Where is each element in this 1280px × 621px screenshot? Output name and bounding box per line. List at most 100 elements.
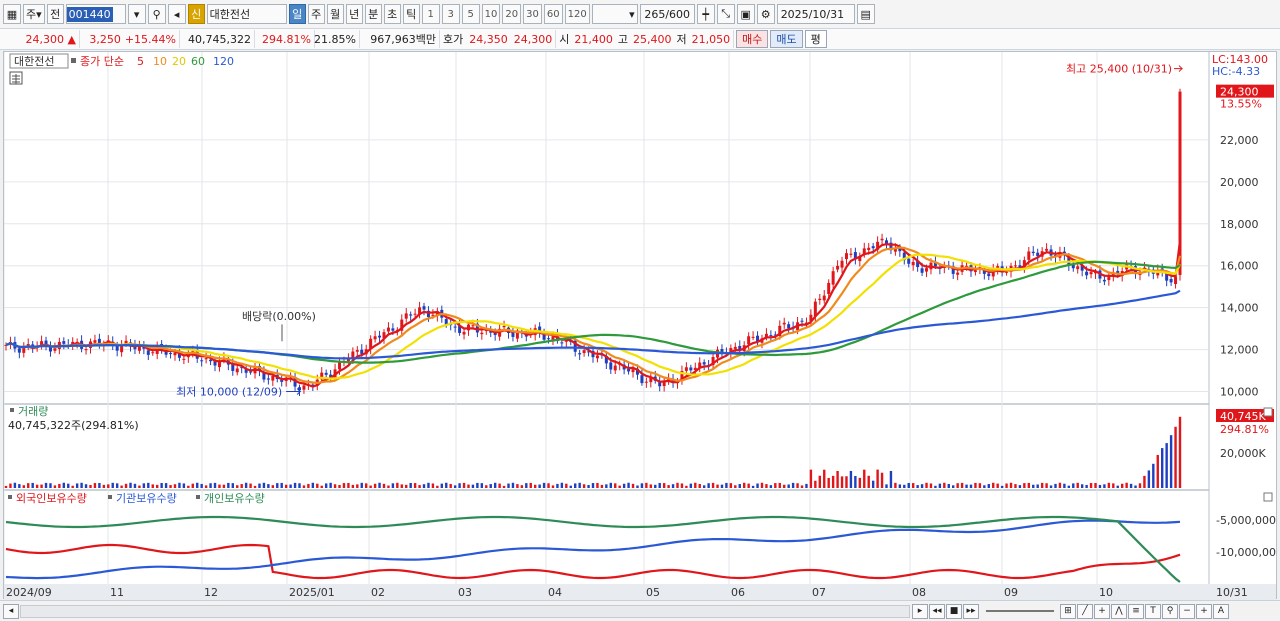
- scroll-left-icon[interactable]: ◂: [3, 603, 19, 619]
- speaker-icon[interactable]: ◂: [167, 4, 186, 24]
- fib-icon[interactable]: ≡: [1128, 603, 1144, 619]
- volume-bar: [369, 485, 372, 488]
- plus-icon[interactable]: +: [1196, 603, 1212, 619]
- zoom-slider[interactable]: [986, 610, 1054, 612]
- quote-bar: 24,300 ▲ 3,250 +15.44% 40,745,322 294.81%…: [0, 29, 1280, 50]
- rewind-icon[interactable]: ◂◂: [929, 603, 945, 619]
- volume-bar: [1049, 485, 1053, 488]
- period-monthly[interactable]: 월: [326, 4, 344, 24]
- time-axis-label: 02: [371, 586, 385, 599]
- crosshair-icon[interactable]: +: [1094, 603, 1110, 619]
- drawing-icon[interactable]: ⤡: [716, 4, 735, 24]
- interval-60[interactable]: 60: [543, 4, 563, 24]
- candle-body: [867, 247, 871, 251]
- interval-select[interactable]: ▾: [591, 4, 638, 24]
- volume-bar: [751, 485, 755, 488]
- volume-bar: [903, 484, 906, 488]
- chart-type-icon[interactable]: ⊞: [1060, 603, 1076, 619]
- eval-button[interactable]: 평: [804, 30, 827, 48]
- layout-icon[interactable]: ▦: [3, 4, 21, 24]
- period-weekly[interactable]: 주: [307, 4, 325, 24]
- volume-bar: [480, 483, 484, 488]
- candle-body: [515, 332, 519, 339]
- trend-icon[interactable]: ⋀: [1111, 603, 1127, 619]
- volume-bar: [98, 482, 101, 488]
- volume-bar: [787, 484, 790, 488]
- volume-bar: [983, 485, 986, 488]
- change-percent: +15.44%: [124, 32, 176, 46]
- volume-bar: [898, 484, 902, 488]
- candle-body: [386, 327, 390, 332]
- interval-120[interactable]: 120: [564, 4, 590, 24]
- holding-panel-close-icon[interactable]: [1263, 492, 1273, 502]
- forward-icon[interactable]: ▸▸: [963, 603, 979, 619]
- interval-10[interactable]: 10: [481, 4, 501, 24]
- candle-body: [355, 350, 359, 352]
- volume-bar: [316, 483, 319, 488]
- candle-body: [146, 350, 150, 355]
- candle-body: [271, 375, 275, 381]
- volume-bar: [1058, 482, 1062, 488]
- save-icon[interactable]: ▣: [736, 4, 755, 24]
- line-tool-icon[interactable]: ╱: [1077, 603, 1093, 619]
- volume-bar: [769, 485, 773, 488]
- volume-bar: [1156, 454, 1159, 488]
- buy-button[interactable]: 매수: [736, 30, 769, 48]
- stock-name-field[interactable]: 대한전선: [206, 4, 287, 24]
- period-daily[interactable]: 일: [288, 4, 306, 24]
- stop-icon[interactable]: ■: [946, 603, 962, 619]
- volume-bar: [471, 484, 475, 488]
- candle-body: [1013, 265, 1017, 267]
- time-axis-label: 10/31: [1216, 586, 1248, 599]
- interval-3[interactable]: 3: [441, 4, 460, 24]
- volume-bar: [133, 483, 137, 488]
- interval-20[interactable]: 20: [502, 4, 522, 24]
- period-minute[interactable]: 분: [364, 4, 382, 24]
- period-yearly[interactable]: 년: [345, 4, 363, 24]
- font-size-icon[interactable]: A: [1213, 603, 1229, 619]
- gear-icon[interactable]: ⚙: [756, 4, 775, 24]
- horizontal-scrollbar[interactable]: [20, 604, 910, 618]
- play-icon[interactable]: ▸: [912, 603, 928, 619]
- volume-bar: [556, 483, 559, 488]
- chart-area[interactable]: 22,000 20,000 18,000 16,000 14,000 12,000 10,0…: [3, 51, 1280, 600]
- candle-body: [920, 268, 924, 273]
- period-second[interactable]: 초: [383, 4, 401, 24]
- calendar-icon[interactable]: ▤: [856, 4, 875, 24]
- volume-bar: [191, 483, 194, 488]
- volume-bar: [645, 482, 648, 488]
- text-tool-icon[interactable]: T: [1145, 603, 1161, 619]
- code-input[interactable]: 001440: [65, 4, 126, 24]
- holding-line: [5, 519, 1181, 580]
- code-dropdown-icon[interactable]: ▾: [127, 4, 146, 24]
- volume-bar: [707, 483, 710, 488]
- date-field[interactable]: 2025/10/31: [776, 4, 855, 24]
- volume-bar: [382, 483, 386, 488]
- price-y-tick: 10,000: [1220, 386, 1259, 399]
- volume-bar: [164, 483, 168, 488]
- interval-1[interactable]: 1: [421, 4, 440, 24]
- market-select[interactable]: 주 ▾: [23, 4, 45, 24]
- period-tick[interactable]: 틱: [402, 4, 420, 24]
- interval-5[interactable]: 5: [461, 4, 480, 24]
- volume-panel-close-icon[interactable]: [1263, 407, 1273, 417]
- sell-button[interactable]: 매도: [770, 30, 803, 48]
- volume-bar: [685, 485, 688, 488]
- hc-label: HC:-4.33: [1212, 65, 1260, 78]
- volume-bar: [249, 483, 252, 488]
- volume-bar: [1116, 485, 1119, 488]
- candle-body: [1031, 251, 1035, 254]
- minus-icon[interactable]: −: [1179, 603, 1195, 619]
- volume-bar: [965, 484, 968, 488]
- count-field[interactable]: 265/600: [639, 4, 695, 24]
- volume-bar: [1023, 483, 1026, 488]
- volume-bar: [93, 483, 97, 488]
- prev-button[interactable]: 전: [46, 4, 64, 24]
- open-label: 시: [559, 33, 570, 46]
- candle-icon[interactable]: ┿: [696, 4, 715, 24]
- interval-30[interactable]: 30: [523, 4, 542, 24]
- search-icon[interactable]: ⚲: [147, 4, 166, 24]
- zoom-icon[interactable]: ⚲: [1162, 603, 1178, 619]
- candle-body: [200, 360, 204, 362]
- candle-body: [880, 238, 884, 241]
